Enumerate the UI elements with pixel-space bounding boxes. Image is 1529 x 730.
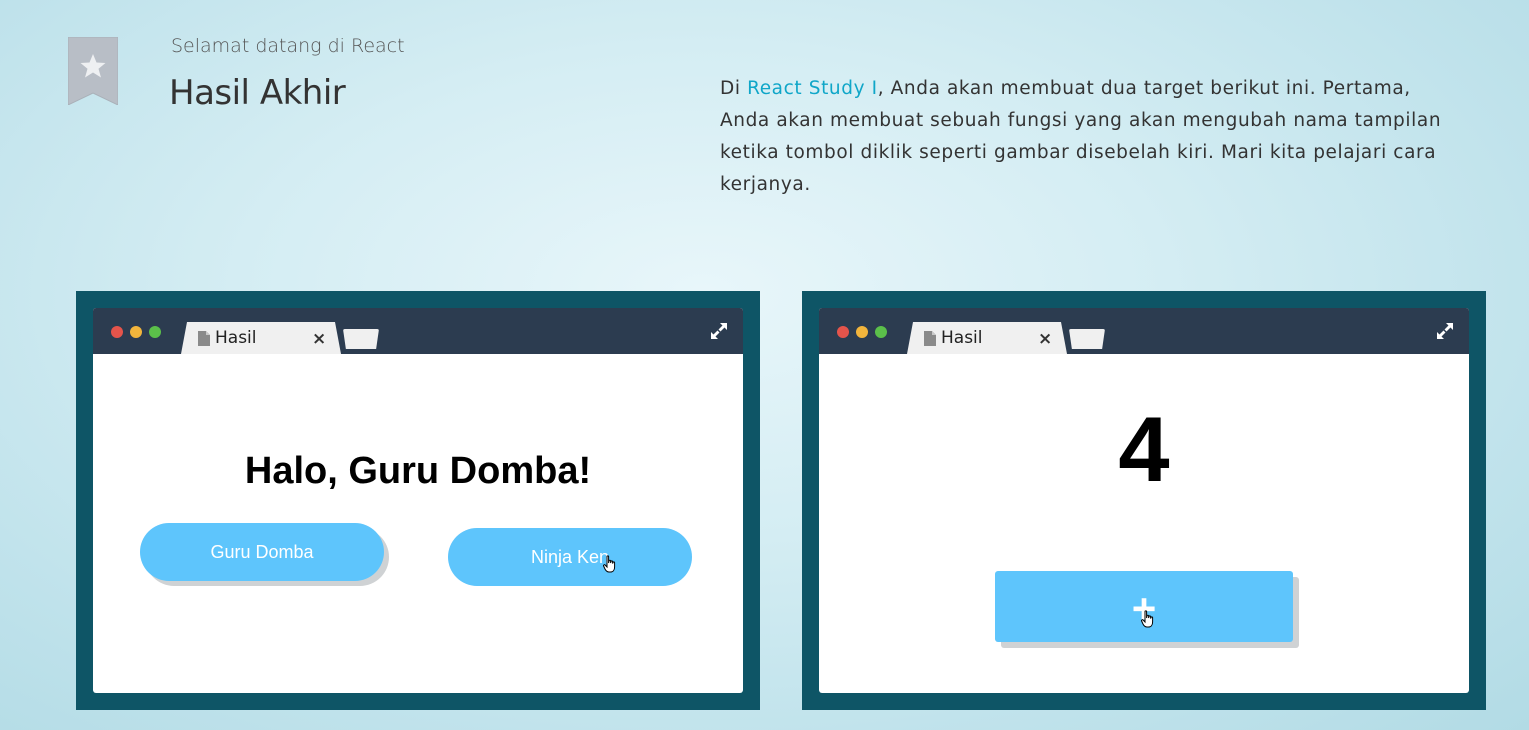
hand-cursor-icon [1141,610,1154,628]
document-icon [924,331,936,346]
browser-tab[interactable]: Hasil × [181,322,341,354]
expand-icon[interactable] [710,322,728,340]
page-title: Hasil Akhir [169,73,346,113]
close-icon[interactable]: × [312,329,326,349]
react-study-link[interactable]: React Study I [747,78,878,99]
close-icon[interactable]: × [1038,329,1052,349]
bookmark-star-icon [68,37,118,105]
greeting-heading: Halo, Guru Domba! [244,450,592,492]
intro-paragraph: Di React Study I, Anda akan membuat dua … [720,73,1460,201]
minimize-window-dot[interactable] [130,326,142,338]
browser-window: Hasil × 4 + [819,308,1469,693]
hand-cursor-icon [603,555,616,573]
ninja-ken-button[interactable]: Ninja Ken [448,528,692,586]
intro-prefix: Di [720,78,748,99]
increment-button[interactable]: + [995,571,1293,642]
tab-label: Hasil [941,328,983,348]
counter-value: 4 [1118,399,1170,501]
maximize-window-dot[interactable] [149,326,161,338]
welcome-subtitle: Selamat datang di React [171,35,405,57]
browser-titlebar: Hasil × [819,308,1469,354]
right-browser-mockup: Hasil × 4 + [802,291,1486,710]
left-browser-mockup: Hasil × Halo, Guru Domba! Guru Domba Nin… [76,291,760,710]
new-tab-button[interactable] [1069,329,1105,349]
new-tab-button[interactable] [343,329,379,349]
guru-domba-label: Guru Domba [210,541,314,562]
close-window-dot[interactable] [837,326,849,338]
ninja-ken-label: Ninja Ken [530,546,610,567]
browser-window: Hasil × Halo, Guru Domba! Guru Domba Nin… [93,308,743,693]
browser-tab[interactable]: Hasil × [907,322,1067,354]
close-window-dot[interactable] [111,326,123,338]
browser-titlebar: Hasil × [93,308,743,354]
document-icon [198,331,210,346]
minimize-window-dot[interactable] [856,326,868,338]
guru-domba-button[interactable]: Guru Domba [140,523,384,581]
maximize-window-dot[interactable] [875,326,887,338]
expand-icon[interactable] [1436,322,1454,340]
tab-label: Hasil [215,328,257,348]
